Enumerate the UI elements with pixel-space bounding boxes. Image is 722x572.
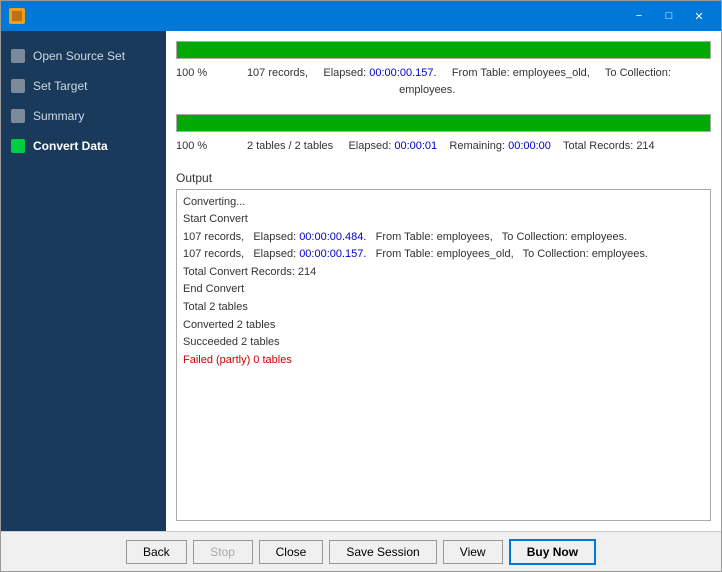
output-line: Total 2 tables [183,299,704,317]
progress-records-1: 107 records, [247,67,308,79]
title-bar-buttons: − □ ✕ [625,6,713,26]
title-bar: − □ ✕ [1,1,721,31]
sidebar-item-open-source-set[interactable]: Open Source Set [1,41,166,71]
maximize-button[interactable]: □ [655,6,683,26]
save-session-button[interactable]: Save Session [329,540,436,564]
output-line: End Convert [183,281,704,299]
output-label: Output [176,171,711,185]
set-target-icon [11,79,25,93]
progress-elapsed-val-2: 00:00:01 [394,140,437,152]
content-area: 100 % 107 records, Elapsed: 00:00:00.157… [166,31,721,531]
output-line: Converted 2 tables [183,317,704,335]
buy-now-button[interactable]: Buy Now [509,539,596,565]
sidebar-item-label: Set Target [33,79,87,93]
title-bar-left [9,8,25,24]
progress-elapsed-label-1: Elapsed: [323,67,366,79]
sidebar-item-summary[interactable]: Summary [1,101,166,131]
stop-button[interactable]: Stop [193,540,253,564]
main-window: − □ ✕ Open Source Set Set Target Summary… [0,0,722,572]
progress-elapsed-label-2: Elapsed: [348,140,391,152]
progress-tables-2: 2 tables / 2 tables [247,140,333,152]
sidebar-item-convert-data[interactable]: Convert Data [1,131,166,161]
convert-data-icon [11,139,25,153]
main-content: Open Source Set Set Target Summary Conve… [1,31,721,531]
output-line: Total Convert Records: 214 [183,264,704,282]
footer: Back Stop Close Save Session View Buy No… [1,531,721,571]
output-line: Start Convert [183,211,704,229]
output-box[interactable]: Converting... Start Convert 107 records,… [176,189,711,522]
summary-icon [11,109,25,123]
progress-remaining-label-2: Remaining: [449,140,505,152]
sidebar-item-label: Convert Data [33,139,108,153]
minimize-button[interactable]: − [625,6,653,26]
output-line: 107 records, Elapsed: 00:00:00.484. From… [183,229,704,247]
progress-bar-fill-1 [177,42,710,58]
progress-bar-2 [176,114,711,132]
sidebar-item-label: Open Source Set [33,49,125,63]
progress-section-2: 100 % 2 tables / 2 tables Elapsed: 00:00… [176,114,711,161]
output-line: Converting... [183,194,704,212]
sidebar-item-set-target[interactable]: Set Target [1,71,166,101]
progress-bar-1 [176,41,711,59]
progress-bar-fill-2 [177,115,710,131]
sidebar: Open Source Set Set Target Summary Conve… [1,31,166,531]
time-val: 00:00:00.484. [299,231,366,243]
output-line-failed: Failed (partly) 0 tables [183,352,704,370]
progress-percent-1: 100 % [176,67,207,79]
view-button[interactable]: View [443,540,503,564]
progress-info-1: 100 % 107 records, Elapsed: 00:00:00.157… [176,63,711,104]
back-button[interactable]: Back [126,540,187,564]
output-line: 107 records, Elapsed: 00:00:00.157. From… [183,246,704,264]
close-button[interactable]: Close [259,540,324,564]
progress-section-1: 100 % 107 records, Elapsed: 00:00:00.157… [176,41,711,104]
progress-info-2: 100 % 2 tables / 2 tables Elapsed: 00:00… [176,136,711,161]
open-source-set-icon [11,49,25,63]
output-line: Succeeded 2 tables [183,334,704,352]
progress-percent-2: 100 % [176,140,207,152]
close-window-button[interactable]: ✕ [685,6,713,26]
app-icon-inner [12,11,22,21]
output-section: Output Converting... Start Convert 107 r… [176,171,711,522]
sidebar-item-label: Summary [33,109,84,123]
progress-total-2: Total Records: 214 [563,140,655,152]
progress-to-val-1: employees. [399,84,455,96]
progress-elapsed-val-1: 00:00:00.157. [369,67,436,79]
progress-to-label-1: To Collection: [605,67,671,79]
app-icon [9,8,25,24]
time-val: 00:00:00.157. [299,248,366,260]
progress-from-label-1: From Table: employees_old, [452,67,590,79]
progress-remaining-val-2: 00:00:00 [508,140,551,152]
